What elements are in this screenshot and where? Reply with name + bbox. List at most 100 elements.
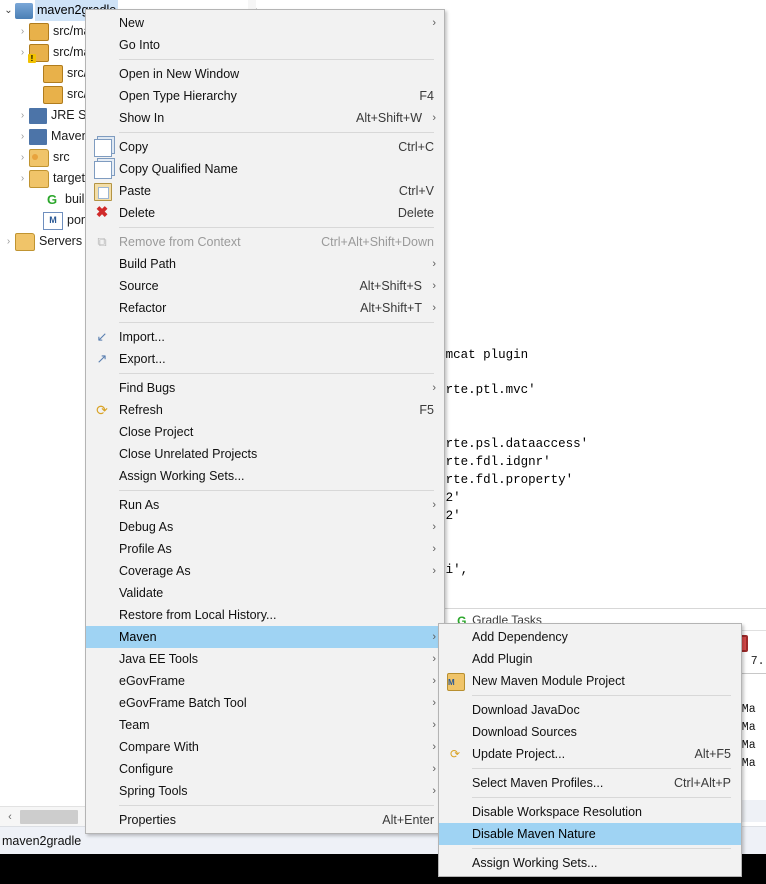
menu-item[interactable]: CopyCtrl+C <box>86 136 444 158</box>
chevron-closed-icon[interactable]: › <box>2 231 15 252</box>
menu-item-shortcut: Alt+Shift+W <box>356 107 422 129</box>
menu-item[interactable]: Copy Qualified Name <box>86 158 444 180</box>
menu-separator <box>119 59 434 60</box>
menu-item-label: Run As <box>119 494 159 516</box>
scrollbar-thumb[interactable] <box>20 810 78 824</box>
menu-item[interactable]: Download JavaDoc <box>439 699 741 721</box>
copy-qualified-icon <box>94 161 112 179</box>
menu-item-label: Validate <box>119 582 163 604</box>
menu-item[interactable]: ↗ Export... <box>86 348 444 370</box>
menu-item[interactable]: ✖DeleteDelete <box>86 202 444 224</box>
menu-separator <box>472 768 731 769</box>
menu-item[interactable]: Add Dependency <box>439 626 741 648</box>
chevron-closed-icon[interactable]: › <box>16 21 29 42</box>
menu-item[interactable]: New Maven Module Project <box>439 670 741 692</box>
menu-item[interactable]: eGovFrame Batch Tool › <box>86 692 444 714</box>
menu-item-shortcut: Ctrl+C <box>398 136 434 158</box>
menu-item-label: Import... <box>119 326 165 348</box>
menu-item-shortcut: Ctrl+Alt+Shift+Down <box>321 231 434 253</box>
menu-item-label: Go Into <box>119 34 160 56</box>
chevron-closed-icon[interactable]: › <box>16 147 29 168</box>
menu-item-label: New Maven Module Project <box>472 670 625 692</box>
maven-pom-icon: M <box>43 212 63 230</box>
menu-item[interactable]: ↙Import... <box>86 326 444 348</box>
menu-item-label: Export... <box>119 348 166 370</box>
menu-item: ⧉Remove from ContextCtrl+Alt+Shift+Down <box>86 231 444 253</box>
chevron-closed-icon[interactable]: › <box>16 105 29 126</box>
menu-item[interactable]: Coverage As› <box>86 560 444 582</box>
submenu-arrow-icon: › <box>432 692 436 714</box>
copy-icon <box>94 139 112 157</box>
submenu-arrow-icon: › <box>432 780 436 802</box>
menu-item[interactable]: Select Maven Profiles...Ctrl+Alt+P <box>439 772 741 794</box>
menu-item[interactable]: SourceAlt+Shift+S› <box>86 275 444 297</box>
menu-item[interactable]: Show InAlt+Shift+W› <box>86 107 444 129</box>
menu-item[interactable]: Debug As› <box>86 516 444 538</box>
menu-item[interactable]: Open in New Window <box>86 63 444 85</box>
menu-item-shortcut: Alt+Shift+T <box>360 297 422 319</box>
menu-item-label: eGovFrame Batch Tool <box>119 692 247 714</box>
menu-item[interactable]: Close Unrelated Projects <box>86 443 444 465</box>
menu-item[interactable]: Find Bugs› <box>86 377 444 399</box>
menu-item[interactable]: Assign Working Sets... <box>439 852 741 874</box>
menu-item[interactable]: New› <box>86 12 444 34</box>
menu-item-label: Build Path <box>119 253 176 275</box>
menu-item-label: Java EE Tools <box>119 648 198 670</box>
menu-item[interactable]: Team› <box>86 714 444 736</box>
remove-context-icon: ⧉ <box>94 234 110 250</box>
menu-separator <box>119 322 434 323</box>
source-folder-icon <box>29 149 49 167</box>
menu-separator <box>472 797 731 798</box>
project-context-menu[interactable]: New›Go Into Open in New WindowOpen Type H… <box>85 9 445 834</box>
menu-item[interactable]: ⟳RefreshF5 <box>86 399 444 421</box>
submenu-arrow-icon: › <box>432 736 436 758</box>
menu-item-label: Source <box>119 275 159 297</box>
tree-item-label: src <box>51 147 72 168</box>
menu-item[interactable]: ⟳Update Project...Alt+F5 <box>439 743 741 765</box>
menu-item-shortcut: Alt+F5 <box>695 743 731 765</box>
library-icon <box>29 108 47 124</box>
chevron-open-icon[interactable]: ⌄ <box>2 0 15 21</box>
export-icon: ↗ <box>94 351 110 367</box>
menu-separator <box>119 227 434 228</box>
menu-item[interactable]: Add Plugin <box>439 648 741 670</box>
chevron-closed-icon[interactable]: › <box>16 126 29 147</box>
menu-item[interactable]: Validate <box>86 582 444 604</box>
menu-item[interactable]: PasteCtrl+V <box>86 180 444 202</box>
menu-item[interactable]: Spring Tools› <box>86 780 444 802</box>
menu-item[interactable]: Open Type HierarchyF4 <box>86 85 444 107</box>
menu-item[interactable]: Build Path› <box>86 253 444 275</box>
menu-item[interactable]: Maven› <box>86 626 444 648</box>
menu-item-label: Find Bugs <box>119 377 175 399</box>
scroll-left-arrow-icon[interactable]: ‹ <box>3 810 17 824</box>
menu-item-label: Update Project... <box>472 743 565 765</box>
submenu-arrow-icon: › <box>432 714 436 736</box>
menu-item[interactable]: Restore from Local History... <box>86 604 444 626</box>
chevron-closed-icon[interactable]: › <box>16 168 29 189</box>
source-package-icon <box>43 65 63 83</box>
tree-item-label: target <box>51 168 87 189</box>
menu-item[interactable]: Assign Working Sets... <box>86 465 444 487</box>
menu-item[interactable]: Configure› <box>86 758 444 780</box>
menu-item[interactable]: Download Sources <box>439 721 741 743</box>
menu-item[interactable]: Run As› <box>86 494 444 516</box>
menu-item[interactable]: Disable Maven Nature <box>439 823 741 845</box>
menu-item[interactable]: Profile As› <box>86 538 444 560</box>
menu-item-label: Add Dependency <box>472 626 568 648</box>
status-bar-text: maven2gradle <box>2 834 81 848</box>
submenu-arrow-icon: › <box>432 560 436 582</box>
menu-item[interactable]: Go Into <box>86 34 444 56</box>
menu-item-label: Profile As <box>119 538 172 560</box>
menu-item-label: Maven <box>119 626 157 648</box>
menu-item[interactable]: PropertiesAlt+Enter <box>86 809 444 831</box>
editor-top-area <box>256 0 766 8</box>
maven-submenu[interactable]: Add DependencyAdd PluginNew Maven Module… <box>438 623 742 877</box>
menu-item[interactable]: RefactorAlt+Shift+T› <box>86 297 444 319</box>
menu-item[interactable]: Compare With › <box>86 736 444 758</box>
menu-item[interactable]: Close Project <box>86 421 444 443</box>
menu-item-label: Restore from Local History... <box>119 604 276 626</box>
menu-item[interactable]: eGovFrame› <box>86 670 444 692</box>
menu-item-label: Compare With <box>119 736 199 758</box>
menu-item[interactable]: Disable Workspace Resolution <box>439 801 741 823</box>
menu-item[interactable]: Java EE Tools› <box>86 648 444 670</box>
